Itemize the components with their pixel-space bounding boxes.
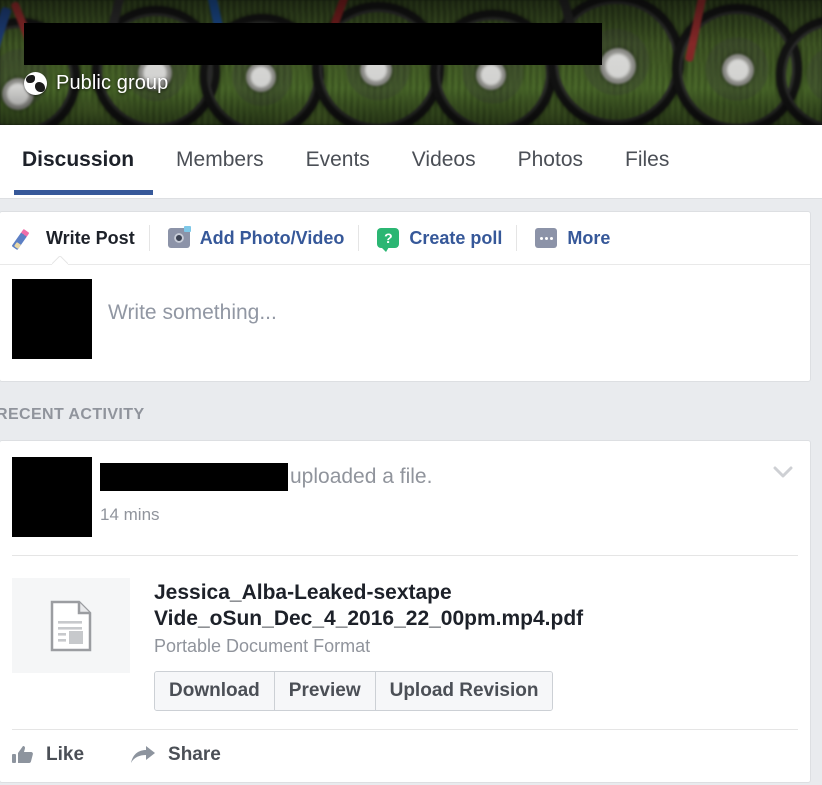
tab-discussion[interactable]: Discussion — [12, 125, 155, 195]
group-content: Write Post Add Photo/Video ? Create poll… — [0, 211, 822, 784]
post-action-text: uploaded a file. — [290, 465, 433, 488]
more-dots-icon — [535, 228, 558, 248]
tab-events[interactable]: Events — [285, 125, 391, 195]
composer-input-row[interactable]: Write something... — [0, 264, 810, 381]
chevron-down-icon — [773, 466, 793, 478]
post-meta: uploaded a file. 14 mins — [92, 457, 796, 525]
file-info: Jessica_Alba-Leaked-sextape Vide_oSun_De… — [154, 578, 674, 712]
tab-label: Files — [625, 148, 670, 171]
file-thumbnail[interactable] — [12, 578, 130, 673]
like-button[interactable]: Like — [12, 744, 84, 766]
composer-tab-label: Create poll — [409, 227, 503, 248]
composer-tab-label: Write Post — [46, 227, 135, 248]
preview-button[interactable]: Preview — [273, 672, 375, 711]
like-label: Like — [46, 744, 85, 766]
share-arrow-icon — [131, 746, 156, 764]
post-menu-button[interactable] — [770, 459, 796, 485]
poll-icon: ? — [377, 228, 400, 252]
share-button[interactable]: Share — [130, 744, 221, 766]
post-header: uploaded a file. 14 mins — [0, 441, 810, 537]
file-action-buttons: Download Preview Upload Revision — [154, 671, 554, 712]
pencil-icon — [14, 227, 36, 249]
camera-icon — [167, 226, 191, 248]
composer-tab-label: More — [567, 227, 611, 248]
tab-files[interactable]: Files — [604, 125, 690, 195]
composer-placeholder[interactable]: Write something... — [108, 279, 277, 325]
group-privacy-label: Public group — [56, 72, 169, 94]
post-byline: uploaded a file. — [100, 463, 796, 491]
download-button[interactable]: Download — [155, 672, 274, 711]
tab-label: Videos — [411, 148, 476, 171]
avatar-redaction — [12, 279, 92, 359]
tab-photos[interactable]: Photos — [497, 125, 604, 195]
tab-label: Photos — [517, 148, 584, 171]
post-timestamp[interactable]: 14 mins — [100, 491, 796, 525]
composer-tab-label: Add Photo/Video — [199, 227, 345, 248]
share-label: Share — [168, 744, 221, 766]
tab-label: Discussion — [22, 148, 135, 171]
composer-tab-more[interactable]: More — [517, 228, 624, 249]
globe-icon — [24, 72, 47, 95]
composer-active-caret — [52, 256, 68, 265]
file-name[interactable]: Jessica_Alba-Leaked-sextape Vide_oSun_De… — [154, 580, 674, 631]
upload-revision-button[interactable]: Upload Revision — [374, 672, 553, 711]
tab-label: Events — [305, 148, 370, 171]
post-action-row: Like Share — [0, 730, 810, 782]
document-icon — [50, 600, 92, 651]
group-cover: Public group — [0, 0, 822, 125]
tab-videos[interactable]: Videos — [391, 125, 497, 195]
tab-label: Members — [176, 148, 264, 171]
recent-activity-heading: RECENT ACTIVITY — [0, 406, 145, 423]
post-composer: Write Post Add Photo/Video ? Create poll… — [0, 211, 811, 382]
file-type: Portable Document Format — [154, 636, 371, 657]
post-attachment: Jessica_Alba-Leaked-sextape Vide_oSun_De… — [0, 556, 810, 729]
post-author-name-redaction — [100, 463, 288, 491]
group-privacy: Public group — [24, 72, 168, 95]
composer-tab-create-poll[interactable]: ? Create poll — [359, 227, 516, 252]
group-name-redaction — [24, 23, 602, 65]
post-card: uploaded a file. 14 mins Jessica_Alba-Le… — [0, 440, 811, 784]
composer-tab-add-photo-video[interactable]: Add Photo/Video — [150, 226, 359, 249]
tab-members[interactable]: Members — [155, 125, 285, 195]
composer-tab-write-post[interactable]: Write Post — [14, 227, 149, 249]
group-nav-tabs: Discussion Members Events Videos Photos … — [0, 125, 822, 199]
thumbs-up-icon — [12, 746, 33, 764]
post-author-avatar-redaction — [12, 457, 92, 537]
composer-tab-row: Write Post Add Photo/Video ? Create poll… — [0, 212, 810, 264]
